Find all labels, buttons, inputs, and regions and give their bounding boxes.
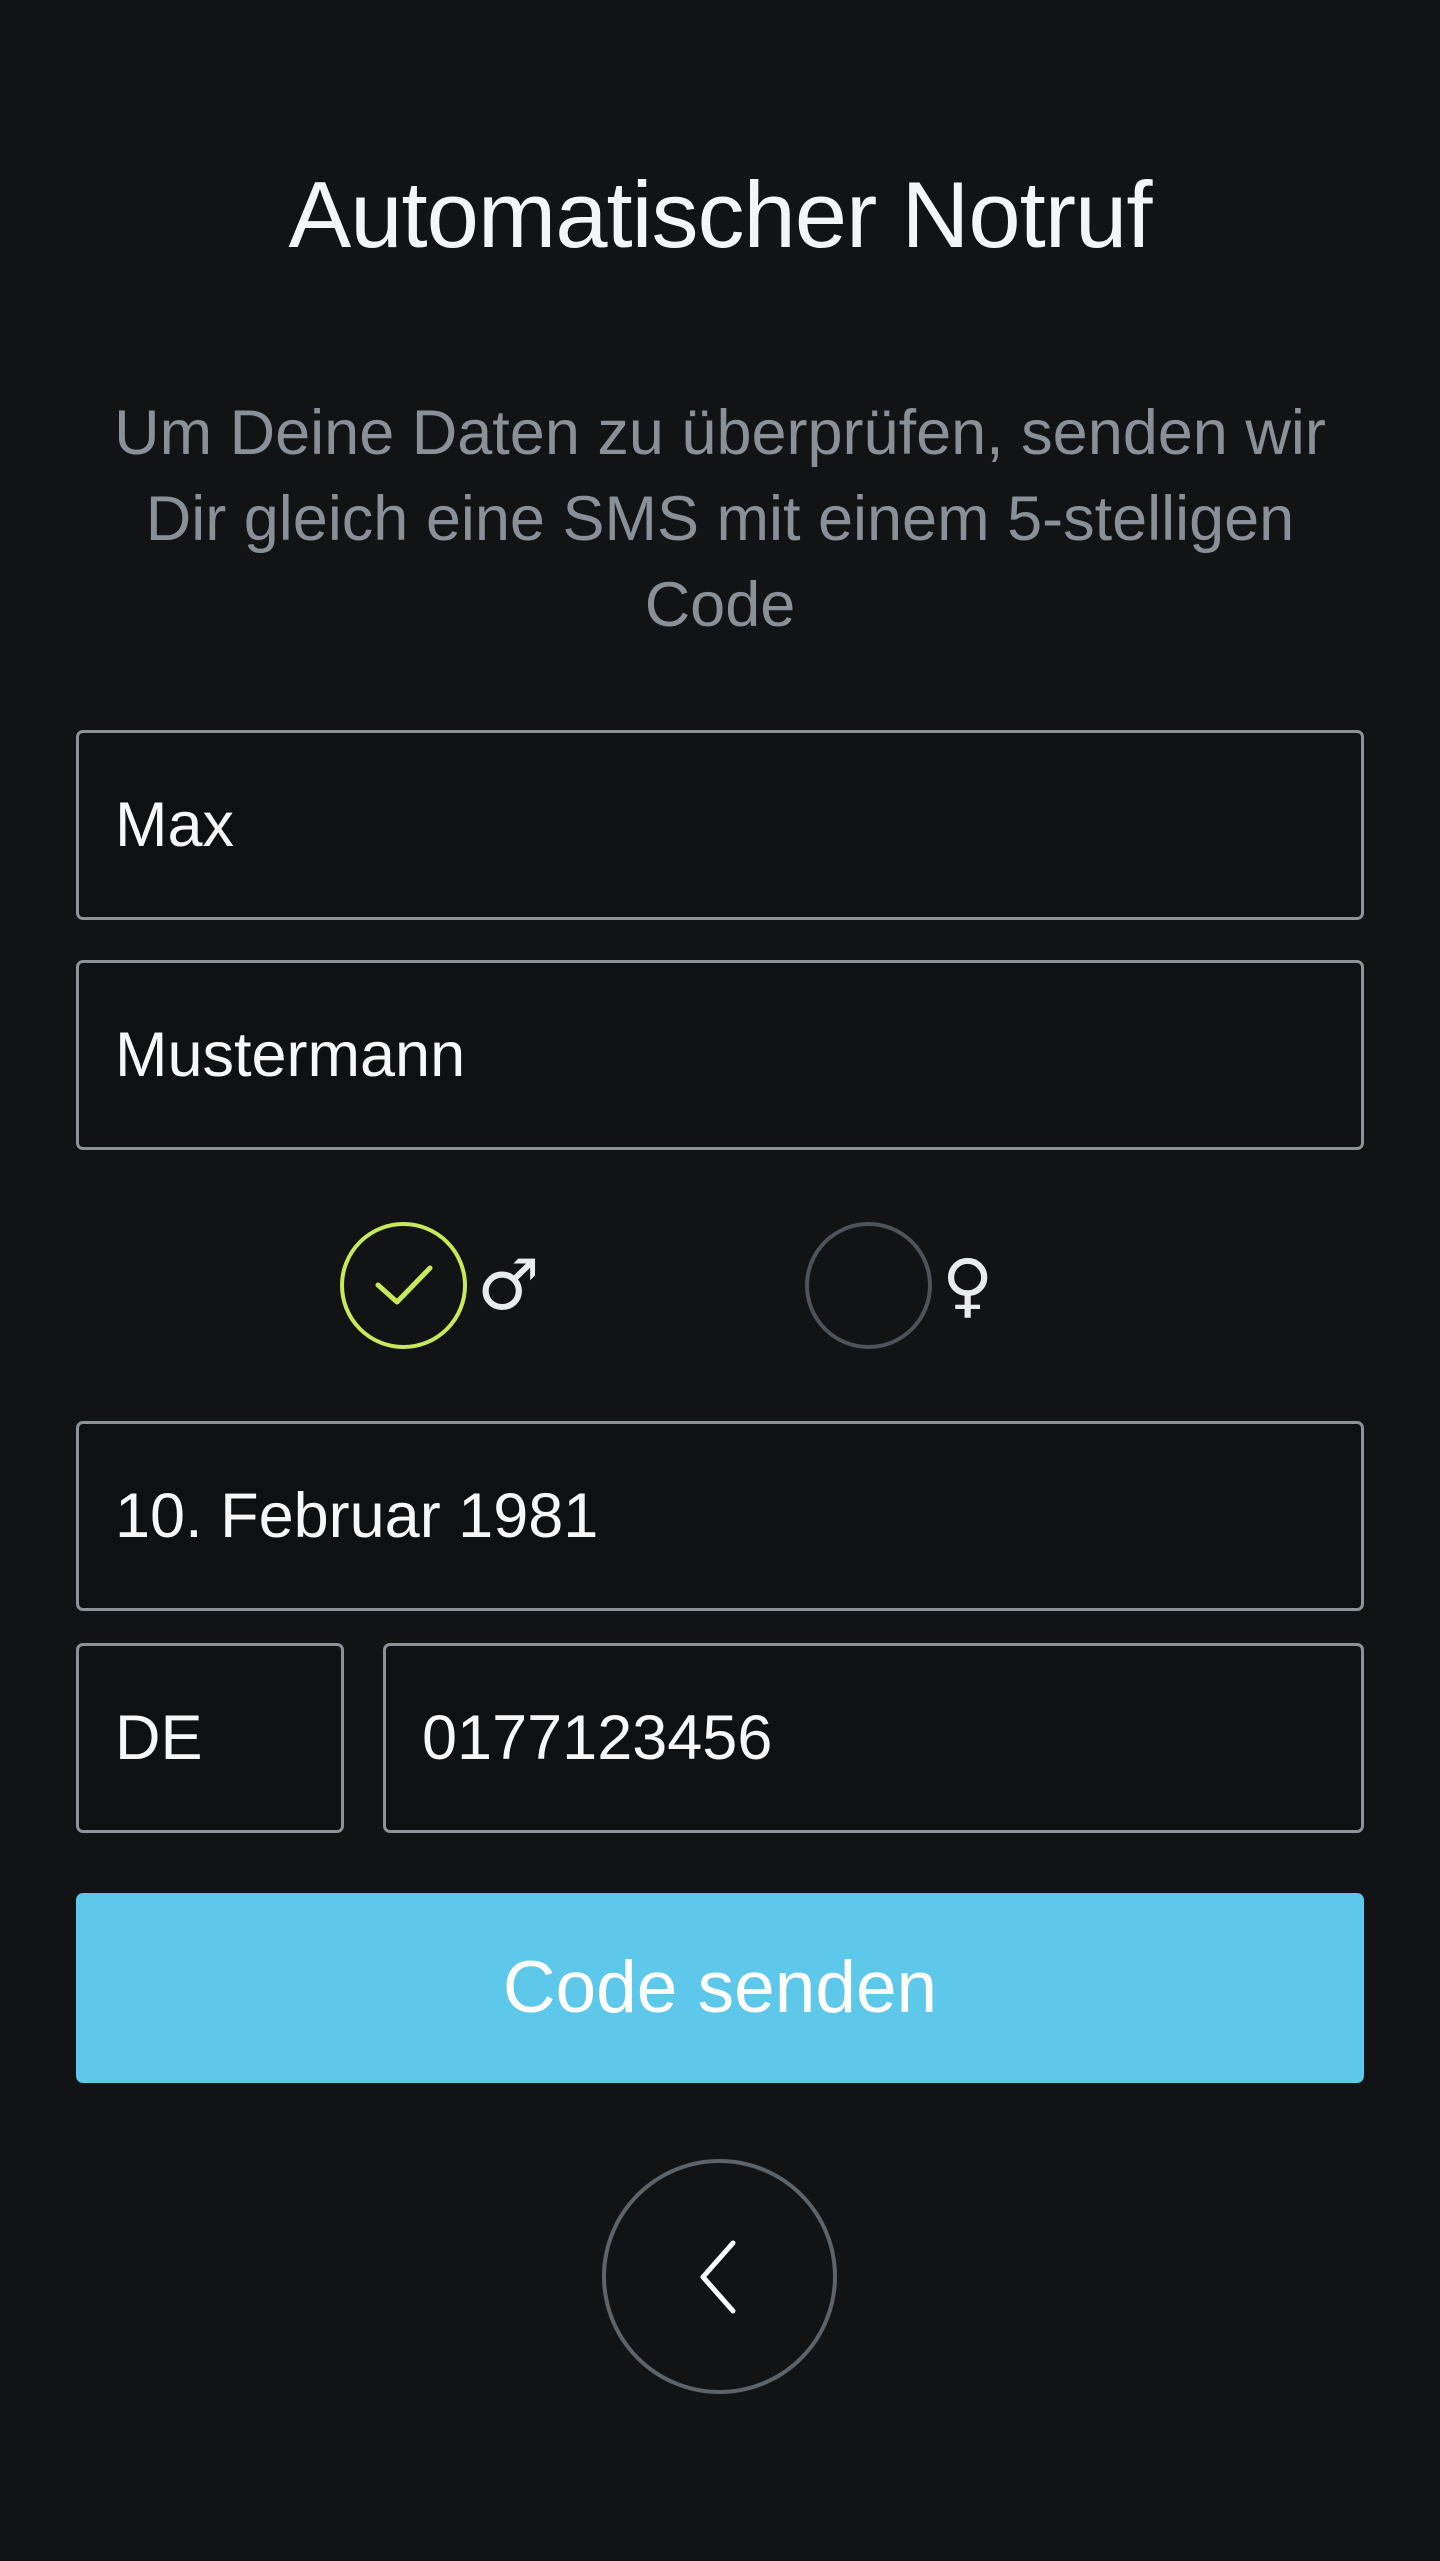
country-code-value: DE [115, 1702, 203, 1773]
check-icon [375, 1265, 432, 1305]
first-name-field[interactable]: Max [76, 730, 1364, 920]
chevron-left-icon [700, 2240, 735, 2313]
last-name-field[interactable]: Mustermann [76, 960, 1364, 1150]
male-symbol-icon: ♂ [477, 1244, 540, 1326]
birthdate-field[interactable]: 10. Februar 1981 [76, 1421, 1364, 1611]
female-gender-option[interactable]: ♀ [805, 1220, 993, 1350]
last-name-value: Mustermann [115, 1019, 466, 1090]
first-name-value: Max [115, 789, 235, 860]
instructions-text: Um Deine Daten zu überprüfen, senden wir… [114, 398, 1326, 640]
phone-number-value: 0177123456 [422, 1702, 773, 1773]
female-symbol-icon: ♀ [942, 1244, 994, 1326]
male-gender-option[interactable]: ♂ [340, 1220, 540, 1350]
phone-number-field[interactable]: 0177123456 [383, 1643, 1364, 1833]
send-code-button[interactable]: Code senden [76, 1893, 1364, 2083]
male-radio-button[interactable] [340, 1221, 467, 1349]
back-button[interactable] [602, 2159, 837, 2394]
birthdate-value: 10. Februar 1981 [115, 1480, 599, 1551]
female-radio-button[interactable] [805, 1221, 932, 1349]
page-title: Automatischer Notruf [288, 162, 1153, 267]
country-code-field[interactable]: DE [76, 1643, 344, 1833]
